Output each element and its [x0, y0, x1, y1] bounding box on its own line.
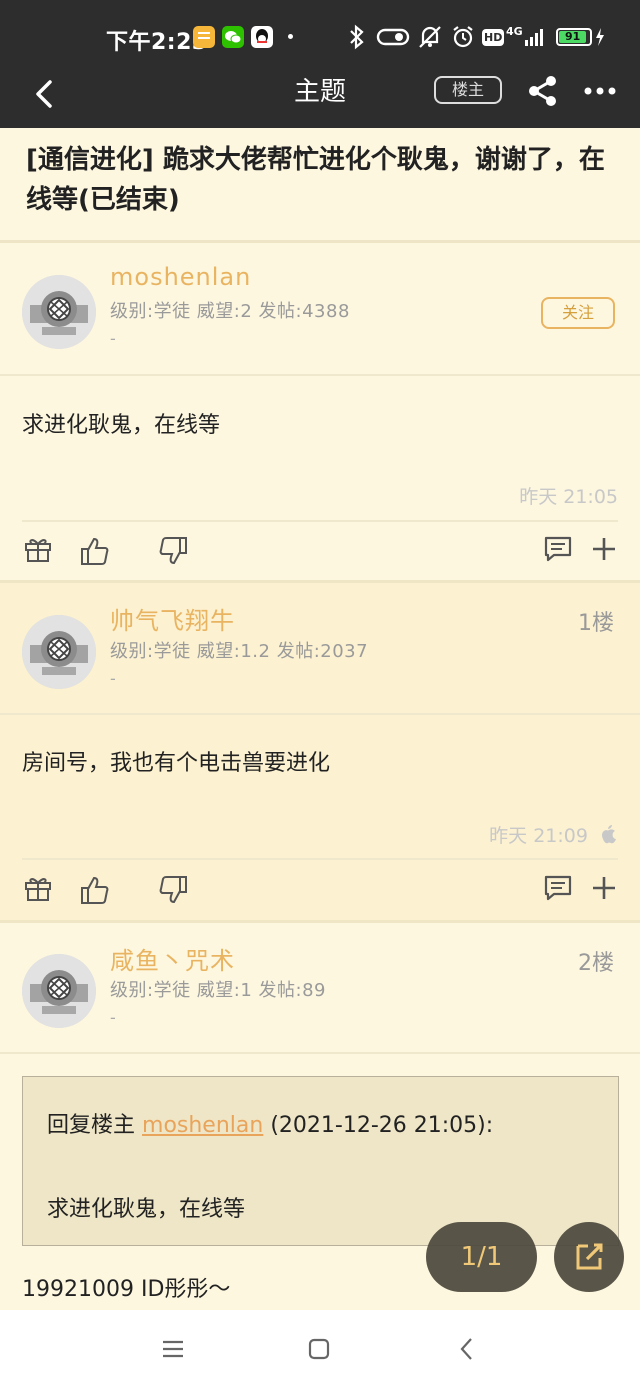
username[interactable]: 帅气飞翔牛 [110, 601, 235, 636]
menu-button[interactable] [158, 1334, 188, 1364]
avatar[interactable] [22, 615, 96, 689]
system-back-button[interactable] [452, 1334, 482, 1364]
page-indicator-button[interactable]: 1/1 [426, 1222, 537, 1292]
status-bar: 下午2:23 HD 4G 91 [0, 0, 640, 72]
username[interactable]: 咸鱼丶咒术 [110, 941, 235, 976]
post-time: 昨天 21:09 [489, 821, 618, 848]
quote-text: 求进化耿鬼，在线等 [47, 1197, 246, 1222]
divider [0, 1052, 640, 1054]
dislike-button[interactable] [157, 874, 189, 906]
share-button[interactable] [526, 74, 560, 108]
notes-app-icon [193, 26, 215, 48]
home-square-icon [308, 1338, 330, 1360]
thread-title: [通信进化] 跪求大佬帮忙进化个耿鬼，谢谢了，在线等(已结束) [26, 145, 605, 215]
floor-number: 1楼 [578, 611, 614, 636]
thumbs-down-icon [159, 537, 187, 565]
user-signature: - [110, 329, 116, 348]
like-button[interactable] [79, 535, 111, 567]
share-icon [529, 76, 556, 106]
apple-icon [602, 825, 616, 844]
more-button[interactable] [582, 74, 618, 108]
like-button[interactable] [79, 874, 111, 906]
quote-header: 回复楼主 moshenlan (2021-12-26 21:05): [47, 1113, 494, 1138]
menu-icon [163, 1340, 183, 1358]
thumbs-up-icon [81, 537, 109, 565]
user-meta: 级别:学徒 威望:1 发帖:89 [110, 980, 326, 1001]
quote-block: 回复楼主 moshenlan (2021-12-26 21:05): 求进化耿鬼… [22, 1076, 619, 1246]
post-op: moshenlan 级别:学徒 威望:2 发帖:4388 - 关注 求进化耿鬼，… [0, 243, 640, 581]
divider [0, 713, 640, 715]
divider [0, 374, 640, 376]
user-meta: 级别:学徒 威望:2 发帖:4388 [110, 301, 350, 322]
bluetooth-icon [346, 22, 368, 52]
thumbs-down-icon [159, 876, 187, 904]
wechat-icon [222, 26, 244, 48]
divider [22, 858, 618, 860]
username[interactable]: moshenlan [110, 263, 251, 291]
plus-icon [593, 877, 615, 899]
comment-icon [544, 875, 572, 901]
quote-username-link[interactable]: moshenlan [142, 1113, 263, 1138]
qq-icon [251, 26, 273, 48]
comment-button[interactable] [542, 872, 574, 904]
hd-icon: HD [482, 28, 505, 46]
more-icon [584, 87, 616, 95]
user-meta: 级别:学徒 威望:1.2 发帖:2037 [110, 641, 369, 662]
user-signature: - [110, 1008, 116, 1027]
avatar[interactable] [22, 954, 96, 1028]
gift-button[interactable] [22, 872, 54, 904]
comment-icon [544, 536, 572, 562]
add-button[interactable] [588, 533, 620, 565]
mute-icon [416, 22, 444, 52]
add-button[interactable] [588, 872, 620, 904]
gift-icon [25, 878, 51, 901]
thumbs-up-icon [81, 876, 109, 904]
compose-button[interactable] [554, 1222, 624, 1292]
system-nav-bar [0, 1310, 640, 1386]
gift-button[interactable] [22, 533, 54, 565]
op-only-button[interactable]: 楼主 [434, 76, 502, 104]
post-reply: 帅气飞翔牛 1楼 级别:学徒 威望:1.2 发帖:2037 - 房间号，我也有个… [0, 583, 640, 920]
signal-icon: 4G [506, 22, 546, 52]
post-content: 求进化耿鬼，在线等 [22, 413, 221, 438]
alarm-icon [451, 22, 475, 52]
dot-icon [288, 34, 293, 39]
avatar[interactable] [22, 275, 96, 349]
post-content: 房间号，我也有个电击兽要进化 [22, 751, 331, 776]
plus-icon [593, 538, 615, 560]
app-header: 主题 楼主 [0, 72, 640, 128]
comment-button[interactable] [542, 533, 574, 565]
chevron-left-icon [460, 1338, 472, 1360]
dislike-button[interactable] [157, 535, 189, 567]
divider [22, 520, 618, 522]
post-time: 昨天 21:05 [519, 486, 618, 508]
battery-icon: 91 [556, 22, 606, 52]
gift-icon [25, 539, 51, 562]
follow-button[interactable]: 关注 [541, 297, 615, 329]
toggle-icon [376, 22, 410, 52]
user-signature: - [110, 669, 116, 688]
floor-number: 2楼 [578, 951, 614, 976]
edit-icon [576, 1243, 603, 1270]
home-button[interactable] [304, 1334, 334, 1364]
post-content: 19921009 ID彤彤～ [22, 1277, 231, 1302]
